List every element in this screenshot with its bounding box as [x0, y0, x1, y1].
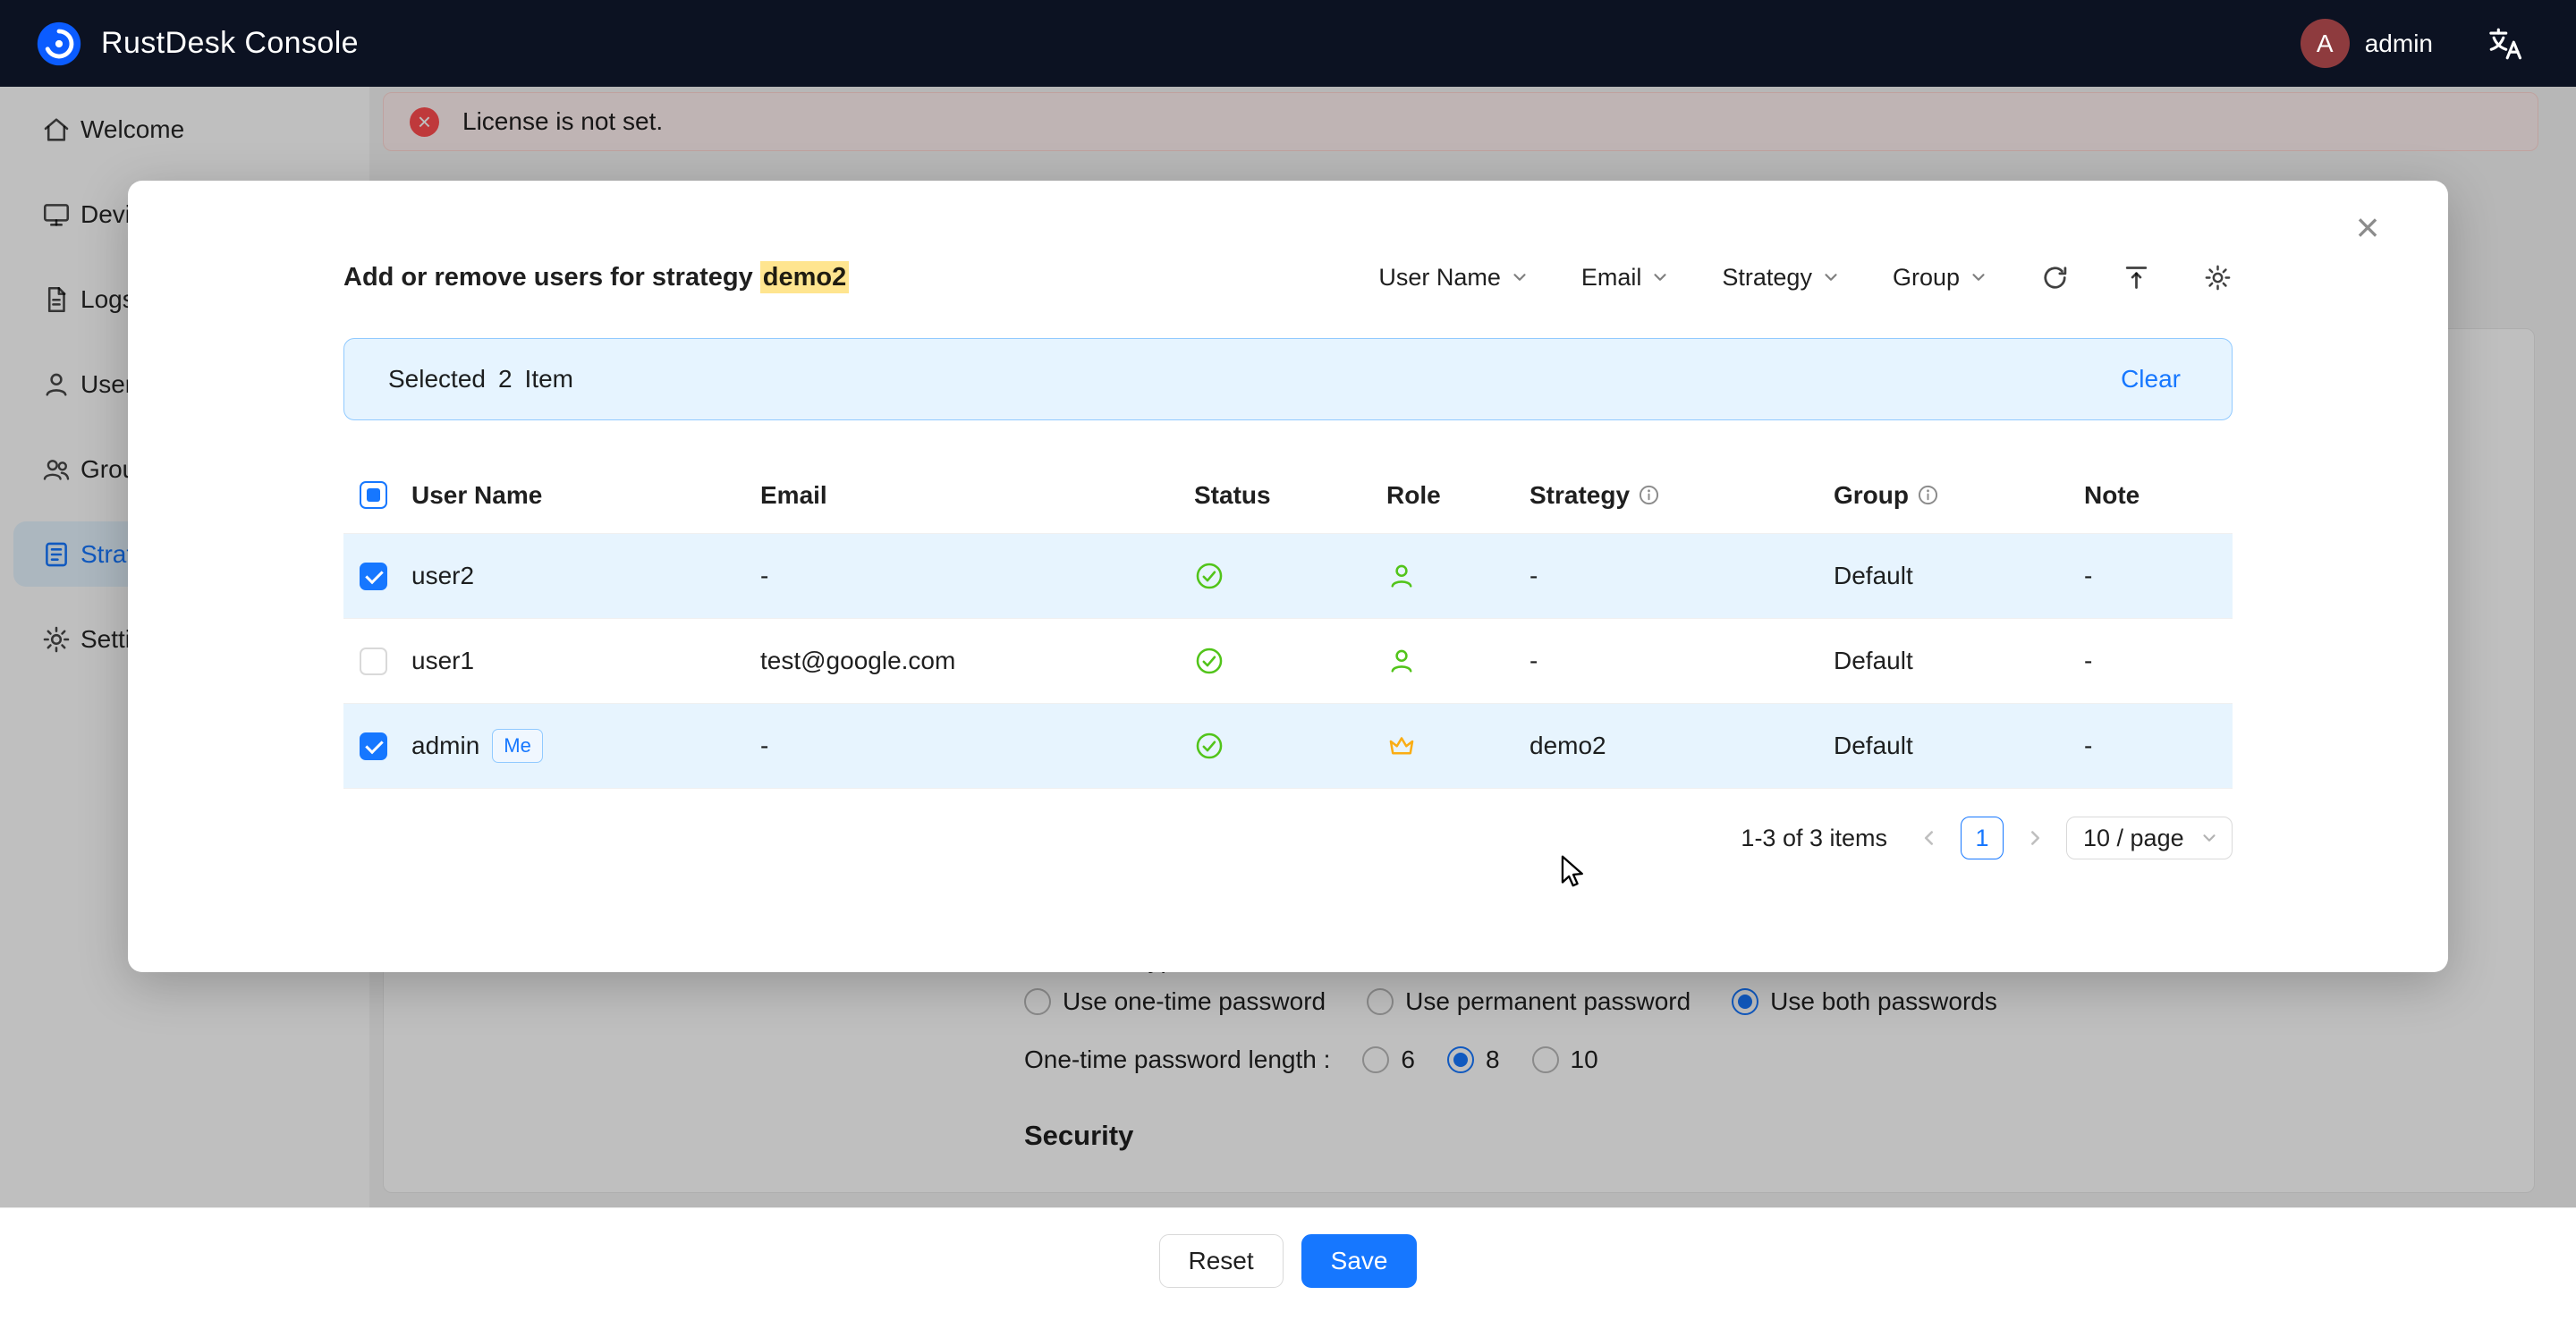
cell-email: test@google.com	[746, 647, 1180, 675]
add-remove-users-modal: Add or remove users for strategy demo2 U…	[128, 181, 2448, 972]
row-checkbox-checked[interactable]	[360, 563, 387, 590]
page-size-value: 10 / page	[2083, 825, 2184, 852]
col-header-email: Email	[746, 481, 1180, 510]
col-header-label: Strategy	[1530, 481, 1630, 510]
row-checkbox-unchecked[interactable]	[360, 648, 387, 675]
page-size-select[interactable]: 10 / page	[2066, 817, 2233, 859]
app-root: RustDesk Console A admin Welcome Devices…	[0, 0, 2576, 1329]
filter-label: Strategy	[1722, 264, 1812, 292]
cell-strategy: -	[1515, 562, 1819, 590]
username[interactable]: admin	[2365, 30, 2433, 58]
header-user-area: A admin	[2301, 19, 2525, 68]
col-header-user-name: User Name	[397, 481, 746, 510]
modal-header: Add or remove users for strategy demo2 U…	[343, 256, 2233, 299]
cell-email: -	[746, 732, 1180, 760]
status-ok-icon	[1194, 561, 1224, 591]
strategy-name-highlight: demo2	[760, 261, 849, 293]
clear-selection-link[interactable]: Clear	[2121, 365, 2181, 394]
chevron-down-icon	[1650, 267, 1670, 287]
modal-title-text: Add or remove users for strategy	[343, 263, 760, 292]
mouse-cursor	[1551, 851, 1592, 893]
selection-bar: Selected 2 Item Clear	[343, 338, 2233, 420]
me-badge: Me	[492, 729, 543, 763]
col-header-note: Note	[2070, 481, 2233, 510]
row-checkbox-checked[interactable]	[360, 732, 387, 760]
filter-label: Group	[1893, 264, 1960, 292]
cell-note: -	[2070, 732, 2233, 760]
cell-group: Default	[1819, 562, 2070, 590]
col-header-status: Status	[1180, 481, 1372, 510]
cell-strategy: demo2	[1515, 732, 1819, 760]
users-table: User Name Email Status Role Strategy Gro…	[343, 457, 2233, 789]
app-title: RustDesk Console	[101, 26, 359, 61]
cell-user-name: user1	[397, 647, 746, 675]
role-admin-crown-icon	[1386, 731, 1417, 761]
selection-count: 2	[498, 365, 513, 394]
prev-page-button[interactable]	[1914, 817, 1945, 859]
chevron-down-icon	[1510, 267, 1530, 287]
page-footer: Reset Save	[0, 1207, 2576, 1329]
cell-group: Default	[1819, 732, 2070, 760]
cell-user-name: admin	[411, 732, 479, 760]
cell-strategy: -	[1515, 647, 1819, 675]
filter-label: User Name	[1378, 264, 1501, 292]
role-user-icon	[1386, 561, 1417, 591]
pagination-total: 1-3 of 3 items	[1741, 825, 1887, 852]
info-circle-icon[interactable]	[1917, 484, 1939, 506]
vertical-align-icon[interactable]	[2122, 263, 2151, 292]
chevron-right-icon	[2023, 826, 2046, 850]
modal-filters: User Name Email Strategy Group	[1378, 263, 2233, 292]
selection-prefix: Selected	[388, 365, 486, 394]
app-header: RustDesk Console A admin	[0, 0, 2576, 87]
role-user-icon	[1386, 646, 1417, 676]
chevron-down-icon	[1821, 267, 1841, 287]
status-ok-icon	[1194, 731, 1224, 761]
chevron-down-icon	[2199, 828, 2219, 848]
col-header-group: Group	[1819, 481, 2070, 510]
select-all-checkbox[interactable]	[360, 481, 387, 509]
reset-button[interactable]: Reset	[1159, 1234, 1284, 1288]
cell-note: -	[2070, 647, 2233, 675]
selection-summary: Selected 2 Item	[388, 365, 573, 394]
selection-suffix: Item	[525, 365, 573, 394]
filter-user-name[interactable]: User Name	[1378, 264, 1530, 292]
filter-email[interactable]: Email	[1581, 264, 1671, 292]
table-header-row: User Name Email Status Role Strategy Gro…	[343, 457, 2233, 534]
save-button[interactable]: Save	[1301, 1234, 1418, 1288]
refresh-icon[interactable]	[2040, 263, 2070, 292]
rustdesk-logo-icon	[33, 18, 85, 70]
close-icon[interactable]	[2346, 206, 2389, 249]
filter-strategy[interactable]: Strategy	[1722, 264, 1841, 292]
filter-label: Email	[1581, 264, 1642, 292]
cell-note: -	[2070, 562, 2233, 590]
cell-group: Default	[1819, 647, 2070, 675]
page-number-1[interactable]: 1	[1961, 817, 2004, 859]
table-row-user1[interactable]: user1 test@google.com - Default -	[343, 619, 2233, 704]
next-page-button[interactable]	[2020, 817, 2050, 859]
table-row-user2[interactable]: user2 - - Default -	[343, 534, 2233, 619]
chevron-left-icon	[1918, 826, 1941, 850]
column-settings-gear-icon[interactable]	[2203, 263, 2233, 292]
col-header-strategy: Strategy	[1515, 481, 1819, 510]
status-ok-icon	[1194, 646, 1224, 676]
info-circle-icon[interactable]	[1638, 484, 1660, 506]
pagination: 1-3 of 3 items 1 10 / page	[1741, 817, 2233, 859]
chevron-down-icon	[1969, 267, 1988, 287]
cell-user-name: user2	[397, 562, 746, 590]
col-header-role: Role	[1372, 481, 1515, 510]
cell-email: -	[746, 562, 1180, 590]
col-header-label: Group	[1834, 481, 1909, 510]
table-row-admin[interactable]: admin Me - demo2 Default -	[343, 704, 2233, 789]
modal-title: Add or remove users for strategy demo2	[343, 263, 849, 292]
translate-language-icon[interactable]	[2486, 24, 2525, 63]
avatar[interactable]: A	[2301, 19, 2350, 68]
filter-group[interactable]: Group	[1893, 264, 1988, 292]
